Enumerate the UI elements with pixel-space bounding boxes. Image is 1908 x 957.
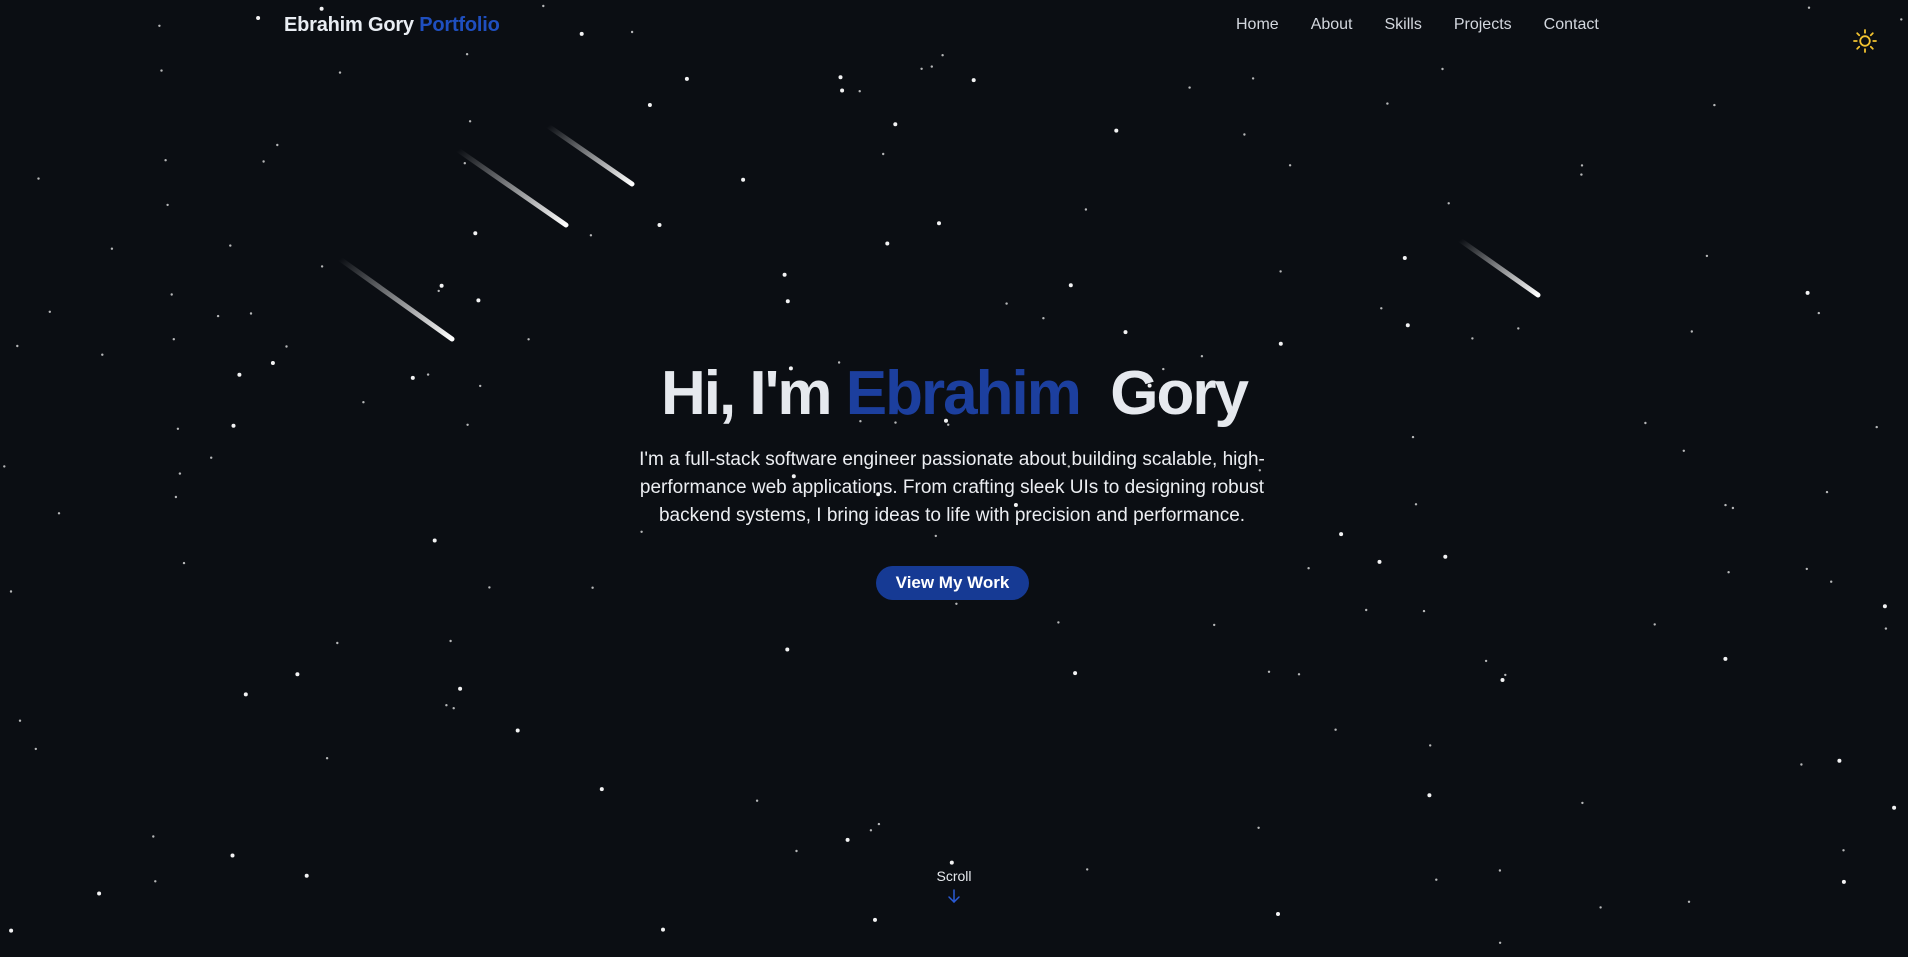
hero-title: Hi, I'm Ebrahim Gory bbox=[0, 358, 1908, 430]
brand-name: Ebrahim Gory bbox=[284, 14, 414, 36]
hero-section: Hi, I'm Ebrahim Gory I'm a full-stack so… bbox=[0, 0, 1908, 957]
scroll-label: Scroll bbox=[936, 868, 972, 884]
hero-description: I'm a full-stack software engineer passi… bbox=[639, 449, 1265, 526]
navbar: Ebrahim Gory Portfolio Home About Skills… bbox=[0, 0, 1908, 54]
hero-first-name: Ebrahim bbox=[845, 359, 1082, 428]
brand-suffix: Portfolio bbox=[419, 14, 500, 36]
nav-links: Home About Skills Projects Contact bbox=[1236, 16, 1631, 34]
hero-last-name: Gory bbox=[1110, 359, 1249, 428]
arrow-down-icon bbox=[948, 889, 960, 903]
nav-link-projects[interactable]: Projects bbox=[1454, 16, 1512, 34]
hero-greeting: Hi, I'm bbox=[660, 359, 833, 428]
scroll-indicator[interactable]: Scroll bbox=[904, 868, 1004, 904]
brand-logo[interactable]: Ebrahim Gory Portfolio bbox=[284, 14, 500, 37]
nav-link-home[interactable]: Home bbox=[1236, 16, 1279, 34]
nav-link-skills[interactable]: Skills bbox=[1385, 16, 1422, 34]
view-my-work-button[interactable]: View My Work bbox=[876, 566, 1029, 600]
nav-link-contact[interactable]: Contact bbox=[1544, 16, 1599, 34]
sun-icon[interactable] bbox=[1852, 28, 1878, 54]
page: Ebrahim Gory Portfolio Home About Skills… bbox=[0, 0, 1908, 957]
nav-link-about[interactable]: About bbox=[1311, 16, 1353, 34]
